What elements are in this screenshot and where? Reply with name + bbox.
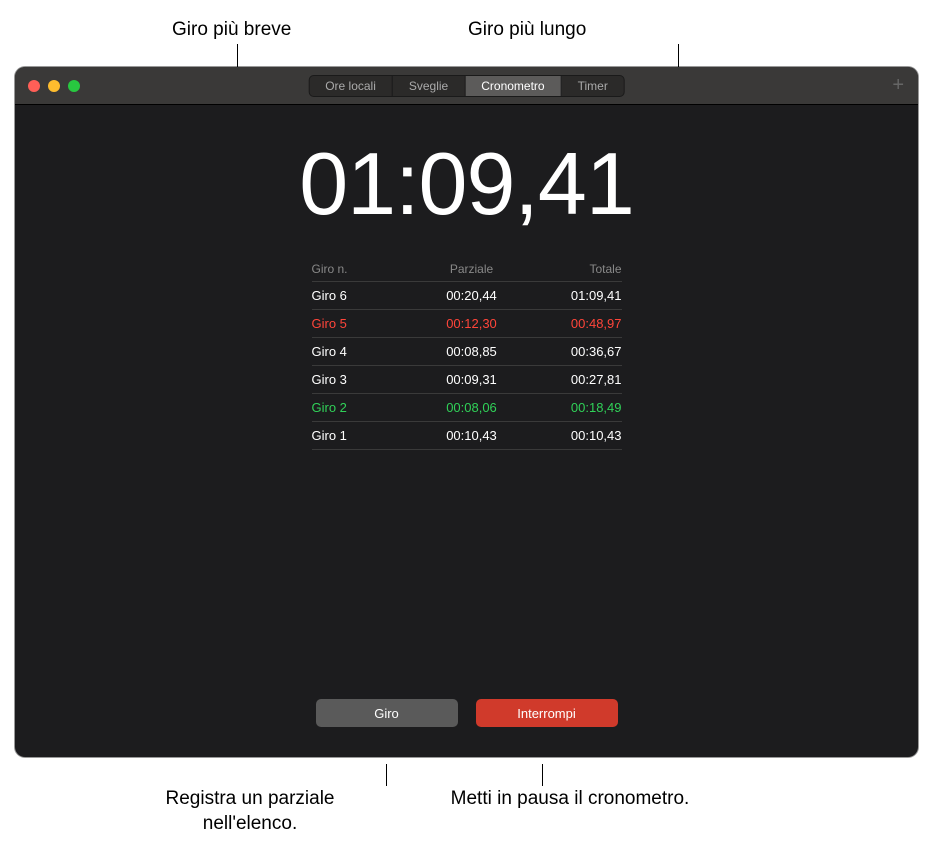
tab-stopwatch[interactable]: Cronometro <box>465 76 561 96</box>
lap-table-header: Giro n. Parziale Totale <box>312 257 622 282</box>
lap-split: 00:12,30 <box>422 316 522 331</box>
stop-button[interactable]: Interrompi <box>476 699 618 727</box>
lap-split: 00:08,06 <box>422 400 522 415</box>
button-row: Giro Interrompi <box>316 699 618 727</box>
lap-total: 01:09,41 <box>522 288 622 303</box>
close-icon[interactable] <box>28 80 40 92</box>
table-row: Giro 600:20,4401:09,41 <box>312 282 622 310</box>
lap-split: 00:09,31 <box>422 372 522 387</box>
lap-total: 00:27,81 <box>522 372 622 387</box>
callout-longest-lap: Giro più lungo <box>468 18 586 43</box>
lap-total: 00:18,49 <box>522 400 622 415</box>
clock-app-window: Ore locali Sveglie Cronometro Timer + 01… <box>15 67 918 757</box>
plus-icon[interactable]: + <box>892 74 904 97</box>
minimize-icon[interactable] <box>48 80 60 92</box>
header-lap: Giro n. <box>312 262 422 276</box>
lap-total: 00:48,97 <box>522 316 622 331</box>
callout-lap-button: Registra un parziale nell'elenco. <box>120 787 380 836</box>
lap-button[interactable]: Giro <box>316 699 458 727</box>
tab-alarms[interactable]: Sveglie <box>393 76 465 96</box>
lap-name: Giro 4 <box>312 344 422 359</box>
lap-table: Giro n. Parziale Totale Giro 600:20,4401… <box>312 257 622 450</box>
lap-split: 00:08,85 <box>422 344 522 359</box>
header-total: Totale <box>522 262 622 276</box>
lap-name: Giro 5 <box>312 316 422 331</box>
tab-timer[interactable]: Timer <box>562 76 624 96</box>
callout-shortest-lap: Giro più breve <box>172 18 291 43</box>
tab-bar: Ore locali Sveglie Cronometro Timer <box>308 75 625 97</box>
titlebar: Ore locali Sveglie Cronometro Timer + <box>15 67 918 105</box>
elapsed-time: 01:09,41 <box>299 133 634 235</box>
table-row: Giro 400:08,8500:36,67 <box>312 338 622 366</box>
lap-name: Giro 6 <box>312 288 422 303</box>
lap-total: 00:10,43 <box>522 428 622 443</box>
lap-total: 00:36,67 <box>522 344 622 359</box>
table-row: Giro 500:12,3000:48,97 <box>312 310 622 338</box>
tab-world-clock[interactable]: Ore locali <box>309 76 393 96</box>
callout-stop-button: Metti in pausa il cronometro. <box>445 787 695 812</box>
lap-name: Giro 2 <box>312 400 422 415</box>
table-row: Giro 300:09,3100:27,81 <box>312 366 622 394</box>
lap-name: Giro 3 <box>312 372 422 387</box>
table-row: Giro 200:08,0600:18,49 <box>312 394 622 422</box>
traffic-lights <box>15 80 80 92</box>
lap-name: Giro 1 <box>312 428 422 443</box>
lap-split: 00:20,44 <box>422 288 522 303</box>
table-row: Giro 100:10,4300:10,43 <box>312 422 622 450</box>
lap-split: 00:10,43 <box>422 428 522 443</box>
maximize-icon[interactable] <box>68 80 80 92</box>
header-split: Parziale <box>422 262 522 276</box>
stopwatch-content: 01:09,41 Giro n. Parziale Totale Giro 60… <box>15 105 918 450</box>
